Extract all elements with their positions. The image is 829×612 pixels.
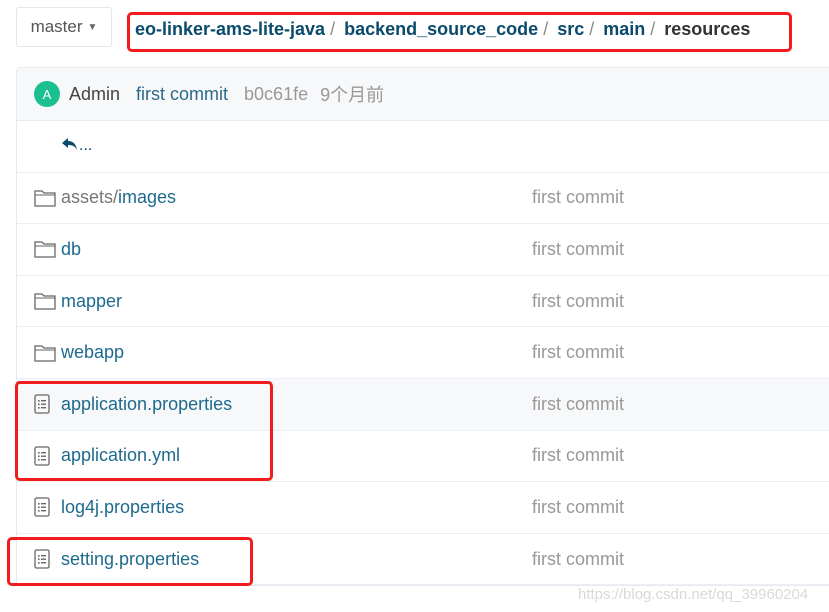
file-name: images: [118, 187, 177, 208]
watermark: https://blog.csdn.net/qq_39960204: [578, 586, 809, 603]
file-row[interactable]: assets/images first commit: [17, 173, 829, 225]
file-name: setting.properties: [61, 548, 200, 569]
file-row[interactable]: application.yml first commit: [17, 431, 829, 483]
breadcrumb-separator: /: [330, 19, 336, 39]
file-commit-message[interactable]: first commit: [532, 291, 624, 312]
file-name-link[interactable]: application.properties: [61, 394, 232, 415]
folder-icon: [34, 189, 56, 207]
file-name: db: [61, 238, 82, 259]
file-row[interactable]: db first commit: [17, 224, 829, 276]
file-text-icon: [34, 394, 56, 414]
file-text-icon: [34, 497, 56, 518]
file-name-link[interactable]: log4j.properties: [61, 497, 184, 518]
parent-directory-link[interactable]: ...: [17, 121, 829, 173]
breadcrumb: eo-linker-ams-lite-java / backend_source_…: [135, 19, 750, 40]
folder-icon: [34, 240, 56, 259]
file-text-icon: [34, 549, 56, 569]
breadcrumb-separator: /: [589, 19, 595, 39]
branch-label: master: [30, 17, 83, 36]
file-commit-message[interactable]: first commit: [532, 187, 624, 208]
file-row[interactable]: webapp first commit: [17, 327, 829, 379]
file-name: mapper: [61, 290, 123, 311]
file-commit-message[interactable]: first commit: [532, 394, 624, 415]
file-row[interactable]: application.properties first commit: [17, 378, 829, 431]
file-name-link[interactable]: application.yml: [61, 445, 180, 466]
latest-commit-bar: A Admin first commit b0c61fe 9个月前: [17, 68, 829, 121]
breadcrumb-current: resources: [664, 19, 751, 39]
file-commit-message[interactable]: first commit: [532, 549, 624, 570]
commit-sha[interactable]: b0c61fe: [244, 84, 308, 105]
file-name: log4j.properties: [61, 496, 185, 517]
file-name-link[interactable]: assets/images: [61, 187, 176, 208]
breadcrumb-item[interactable]: backend_source_code: [344, 19, 538, 40]
file-row[interactable]: setting.properties first commit: [17, 534, 829, 586]
file-name: application.yml: [61, 445, 181, 466]
file-name: application.properties: [61, 393, 233, 414]
file-commit-message[interactable]: first commit: [532, 497, 624, 518]
file-row[interactable]: log4j.properties first commit: [17, 482, 829, 534]
file-name-link[interactable]: db: [61, 239, 81, 260]
file-name-link[interactable]: setting.properties: [61, 549, 199, 570]
breadcrumb-item[interactable]: main: [603, 19, 645, 40]
breadcrumb-item[interactable]: src: [557, 19, 584, 40]
file-row[interactable]: mapper first commit: [17, 276, 829, 328]
branch-selector[interactable]: master ▼: [16, 7, 112, 47]
file-name-link[interactable]: mapper: [61, 291, 122, 312]
reply-arrow-icon: [61, 137, 79, 156]
avatar[interactable]: A: [34, 81, 60, 107]
breadcrumb-separator: /: [650, 19, 656, 39]
path-prefix: assets/: [61, 187, 119, 208]
breadcrumb-item[interactable]: eo-linker-ams-lite-java: [135, 19, 325, 40]
file-name-link[interactable]: webapp: [61, 342, 124, 363]
file-commit-message[interactable]: first commit: [532, 239, 624, 260]
file-text-icon: [34, 446, 56, 466]
commit-message[interactable]: first commit: [136, 84, 228, 105]
folder-icon: [34, 292, 56, 310]
breadcrumb-separator: /: [543, 19, 549, 39]
caret-down-icon: ▼: [87, 21, 98, 33]
commit-author[interactable]: Admin: [69, 84, 120, 105]
commit-time: 9个月前: [320, 85, 385, 105]
file-name: webapp: [61, 342, 125, 363]
parent-label: ...: [79, 137, 93, 155]
file-commit-message[interactable]: first commit: [532, 342, 624, 363]
folder-icon: [34, 344, 56, 362]
file-table: A Admin first commit b0c61fe 9个月前 ... as…: [16, 67, 829, 587]
file-commit-message[interactable]: first commit: [532, 445, 624, 466]
